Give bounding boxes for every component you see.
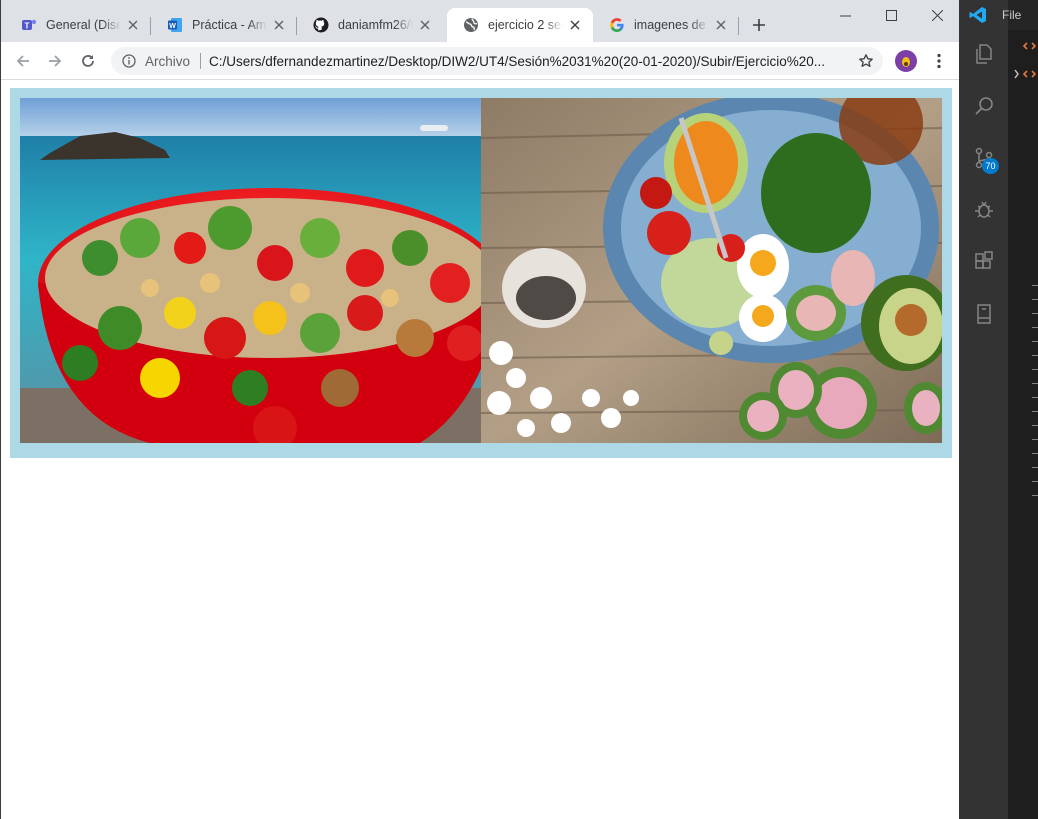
toolbar: Archivo C:/Users/dfernandezmartinez/Desk… [1,42,960,80]
browser-window: T General (Diseño W Práctica - Ampl dani… [0,0,960,819]
back-arrow-icon [16,55,29,67]
search-button[interactable] [959,82,1008,130]
scm-badge: 70 [982,158,999,174]
plus-icon [753,19,765,31]
close-icon[interactable] [713,17,729,33]
svg-text:W: W [169,23,176,30]
back-button[interactable] [10,48,36,74]
scheme-label: Archivo [145,53,191,69]
tab-title: ejercicio 2 sesi [488,18,563,32]
address-bar[interactable]: Archivo C:/Users/dfernandezmartinez/Desk… [111,47,883,75]
avatar-icon [902,57,910,67]
page-viewport [2,80,960,819]
globe-icon [463,17,479,33]
vscode-window: 70 File [959,0,1038,819]
svg-text:T: T [25,22,30,31]
minimize-button[interactable] [822,0,868,30]
salad-bowl-image [20,98,481,443]
editor-area [1008,30,1038,819]
tab-title: Práctica - Ampl [192,18,267,32]
vscode-logo-icon [969,7,986,23]
tab-ejercicio[interactable]: ejercicio 2 sesi [447,8,593,42]
more-vertical-icon [937,53,941,69]
teams-icon: T [21,17,37,33]
tab-strip: T General (Diseño W Práctica - Ampl dani… [1,0,960,42]
close-icon [931,9,943,21]
source-control-button[interactable] [959,134,1008,182]
html-file-icon [1014,42,1037,79]
tab-github[interactable]: daniamfm26/U [297,8,443,42]
explorer-button[interactable] [959,30,1008,78]
reload-button[interactable] [75,48,101,74]
forward-arrow-icon [49,55,62,67]
debug-button[interactable] [959,186,1008,234]
profile-avatar[interactable] [895,50,917,72]
extensions-button[interactable] [959,238,1008,286]
tab-teams[interactable]: T General (Diseño [5,8,151,42]
bookmark-star-icon[interactable] [857,52,875,70]
new-tab-button[interactable] [749,15,769,35]
close-icon[interactable] [567,17,583,33]
word-icon: W [167,17,183,33]
tab-title: General (Diseño [46,18,121,32]
tab-google[interactable]: imagenes de co [593,8,739,42]
tab-title: imagenes de co [634,18,709,32]
url-text[interactable]: C:/Users/dfernandezmartinez/Desktop/DIW2… [209,54,857,69]
close-icon[interactable] [271,17,287,33]
image-gallery [10,88,952,458]
activity-bar: 70 [959,0,1008,819]
reload-icon [82,55,94,67]
files-icon [975,44,992,64]
forward-button[interactable] [42,48,68,74]
github-icon [313,17,329,33]
maximize-icon [885,9,897,21]
menu-file[interactable]: File [1002,8,1021,22]
google-icon [609,17,625,33]
tab-word[interactable]: W Práctica - Ampl [151,8,297,42]
remote-explorer-icon [976,304,991,324]
debug-icon [974,201,993,218]
minimize-icon [839,15,851,16]
close-icon[interactable] [125,17,141,33]
healthy-bowl-image [481,98,942,443]
close-icon[interactable] [417,17,433,33]
extensions-icon [974,251,993,269]
browser-menu-button[interactable] [929,51,949,71]
close-window-button[interactable] [914,0,960,30]
search-icon [974,97,993,115]
info-icon[interactable] [121,53,137,69]
maximize-button[interactable] [868,0,914,30]
remote-explorer-button[interactable] [959,290,1008,338]
tab-title: daniamfm26/U [338,18,413,32]
